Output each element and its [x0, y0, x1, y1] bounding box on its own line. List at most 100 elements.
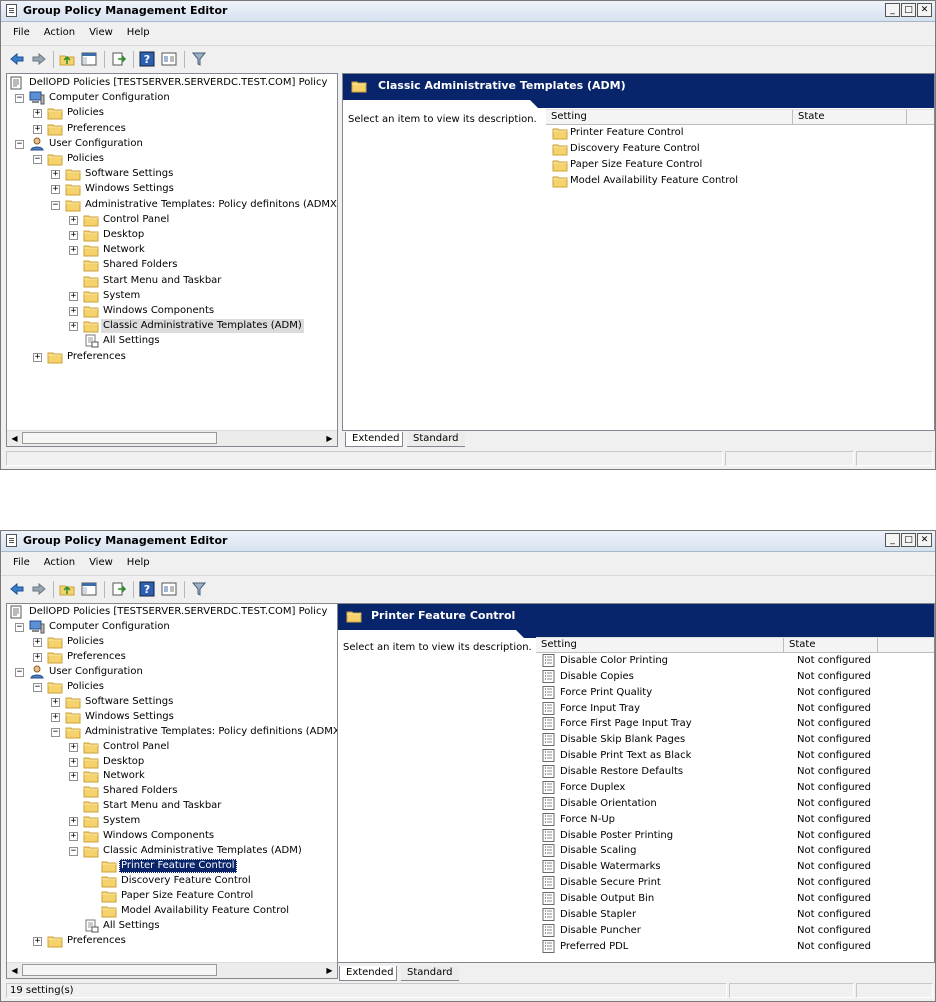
list-item[interactable]: Force Print Quality Not configured — [536, 685, 934, 701]
tab-standard[interactable]: Standard — [401, 966, 459, 981]
collapse-toggle[interactable]: − — [15, 623, 24, 632]
tree-node-label[interactable]: Printer Feature Control — [119, 859, 237, 873]
tree-node-label[interactable]: System — [101, 289, 142, 303]
tree-node-label[interactable]: Windows Components — [101, 829, 216, 843]
list-item[interactable]: Printer Feature Control — [546, 125, 934, 141]
collapse-toggle[interactable]: − — [15, 140, 24, 149]
scrollbar-thumb[interactable] — [22, 432, 217, 444]
tree-horizontal-scrollbar[interactable]: ◀ ▶ — [7, 430, 337, 446]
expand-toggle[interactable]: + — [33, 937, 42, 946]
up-one-level-icon[interactable] — [59, 581, 75, 597]
tree-node-label[interactable]: Discovery Feature Control — [119, 874, 253, 888]
tree-node-label[interactable]: Administrative Templates: Policy definit… — [83, 725, 337, 739]
minimize-button[interactable]: _ — [885, 533, 900, 547]
show-hide-console-tree-icon[interactable] — [81, 581, 97, 597]
filter-icon[interactable] — [191, 51, 207, 67]
list-item[interactable]: Paper Size Feature Control — [546, 157, 934, 173]
collapse-toggle[interactable]: − — [69, 847, 78, 856]
close-button[interactable]: ✕ — [917, 533, 932, 547]
export-list-icon[interactable] — [111, 51, 127, 67]
tree-node-label[interactable]: Administrative Templates: Policy definit… — [83, 198, 337, 212]
menu-file[interactable]: File — [1, 23, 37, 43]
forward-arrow-icon[interactable] — [31, 581, 47, 597]
expand-toggle[interactable]: + — [69, 832, 78, 841]
list-item[interactable]: Disable Puncher Not configured — [536, 923, 934, 939]
scroll-right-arrow-icon[interactable]: ▶ — [322, 431, 337, 446]
tree-node-label[interactable]: Windows Components — [101, 304, 216, 318]
menu-view[interactable]: View — [82, 23, 120, 43]
list-item[interactable]: Disable Watermarks Not configured — [536, 859, 934, 875]
back-arrow-icon[interactable] — [9, 51, 25, 67]
scroll-right-arrow-icon[interactable]: ▶ — [322, 963, 337, 978]
list-item[interactable]: Disable Orientation Not configured — [536, 796, 934, 812]
close-button[interactable]: ✕ — [917, 3, 932, 17]
expand-toggle[interactable]: + — [33, 638, 42, 647]
tree-node-label[interactable]: Start Menu and Taskbar — [101, 274, 223, 288]
expand-toggle[interactable]: + — [51, 713, 60, 722]
scrollbar-thumb[interactable] — [22, 964, 217, 976]
minimize-button[interactable]: _ — [885, 3, 900, 17]
tree-node-label[interactable]: Classic Administrative Templates (ADM) — [101, 319, 304, 333]
tree-node-label[interactable]: Shared Folders — [101, 784, 180, 798]
tree-node-label[interactable]: User Configuration — [47, 137, 145, 151]
list-item[interactable]: Disable Print Text as Black Not configur… — [536, 748, 934, 764]
tree-node-label[interactable]: Start Menu and Taskbar — [101, 799, 223, 813]
tree-node-label[interactable]: Control Panel — [101, 740, 171, 754]
tree-node-label[interactable]: Network — [101, 769, 147, 783]
tree-node-label[interactable]: Software Settings — [83, 167, 175, 181]
tree-node-label[interactable]: Computer Configuration — [47, 620, 172, 634]
tree-node-label[interactable]: Windows Settings — [83, 710, 176, 724]
collapse-toggle[interactable]: − — [51, 201, 60, 210]
list-item[interactable]: Disable Secure Print Not configured — [536, 875, 934, 891]
tree-node-label[interactable]: Model Availability Feature Control — [119, 904, 291, 918]
tree-node-label[interactable]: Desktop — [101, 755, 146, 769]
setting-column-header[interactable]: Setting — [546, 110, 793, 124]
list-item[interactable]: Disable Poster Printing Not configured — [536, 828, 934, 844]
tree-node-label[interactable]: Policies — [65, 680, 106, 694]
menu-file[interactable]: File — [1, 553, 37, 573]
tree-node-label[interactable]: DellOPD Policies [TESTSERVER.SERVERDC.TE… — [27, 605, 329, 619]
properties-icon[interactable] — [161, 581, 177, 597]
console-tree[interactable]: DellOPD Policies [TESTSERVER.SERVERDC.TE… — [6, 73, 338, 447]
collapse-toggle[interactable]: − — [51, 728, 60, 737]
list-item[interactable]: Disable Stapler Not configured — [536, 907, 934, 923]
list-item[interactable]: Preferred PDL Not configured — [536, 939, 934, 955]
tree-node-label[interactable]: Classic Administrative Templates (ADM) — [101, 844, 304, 858]
back-arrow-icon[interactable] — [9, 581, 25, 597]
help-icon[interactable]: ? — [139, 51, 155, 67]
expand-toggle[interactable]: + — [69, 246, 78, 255]
setting-column-header[interactable]: Setting — [536, 638, 784, 652]
tree-horizontal-scrollbar[interactable]: ◀ ▶ — [7, 962, 337, 978]
console-tree[interactable]: DellOPD Policies [TESTSERVER.SERVERDC.TE… — [6, 603, 338, 979]
show-hide-console-tree-icon[interactable] — [81, 51, 97, 67]
expand-toggle[interactable]: + — [33, 353, 42, 362]
tab-extended[interactable]: Extended — [339, 966, 397, 981]
expand-toggle[interactable]: + — [33, 125, 42, 134]
collapse-toggle[interactable]: − — [33, 155, 42, 164]
title-bar[interactable]: Group Policy Management Editor _ □ ✕ — [1, 531, 935, 552]
expand-toggle[interactable]: + — [33, 653, 42, 662]
collapse-toggle[interactable]: − — [15, 668, 24, 677]
list-item[interactable]: Force Input Tray Not configured — [536, 701, 934, 717]
tree-node-label[interactable]: Policies — [65, 635, 106, 649]
tab-standard[interactable]: Standard — [407, 432, 465, 447]
scroll-left-arrow-icon[interactable]: ◀ — [7, 431, 22, 446]
expand-toggle[interactable]: + — [69, 758, 78, 767]
maximize-button[interactable]: □ — [901, 533, 916, 547]
expand-toggle[interactable]: + — [69, 817, 78, 826]
forward-arrow-icon[interactable] — [31, 51, 47, 67]
menu-action[interactable]: Action — [37, 23, 82, 43]
collapse-toggle[interactable]: − — [33, 683, 42, 692]
menu-help[interactable]: Help — [120, 23, 157, 43]
tree-node-label[interactable]: Preferences — [65, 350, 128, 364]
export-list-icon[interactable] — [111, 581, 127, 597]
tree-node-label[interactable]: All Settings — [101, 334, 162, 348]
tree-node-label[interactable]: DellOPD Policies [TESTSERVER.SERVERDC.TE… — [27, 76, 329, 90]
list-item[interactable]: Disable Output Bin Not configured — [536, 891, 934, 907]
tree-node-label[interactable]: Control Panel — [101, 213, 171, 227]
state-column-header[interactable]: State — [793, 110, 907, 124]
list-item[interactable]: Disable Scaling Not configured — [536, 843, 934, 859]
tree-node-label[interactable]: Preferences — [65, 122, 128, 136]
tree-node-label[interactable]: Paper Size Feature Control — [119, 889, 255, 903]
tree-node-label[interactable]: Policies — [65, 106, 106, 120]
